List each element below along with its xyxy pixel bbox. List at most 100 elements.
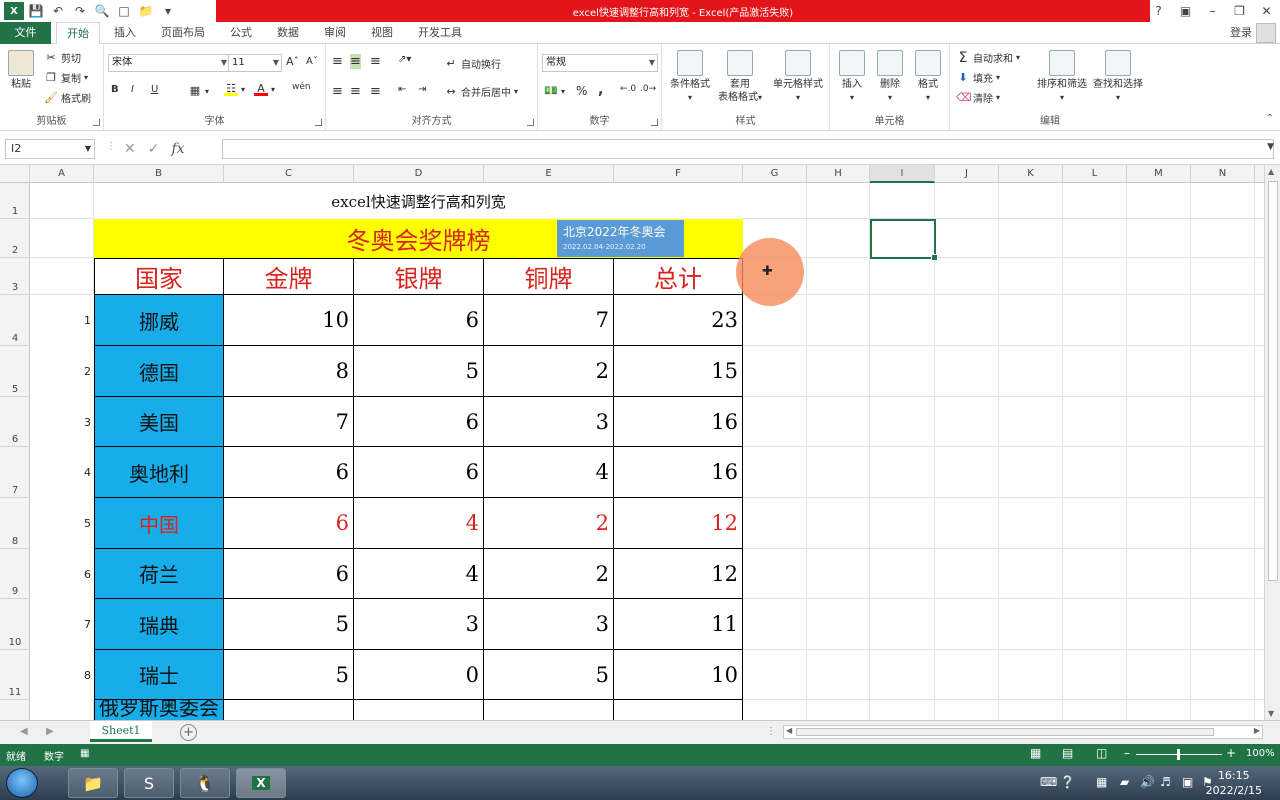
tab-home[interactable]: 开始	[56, 22, 100, 45]
autosum-button[interactable]: Σ 自动求和 ▾	[956, 50, 1020, 66]
gold-cell[interactable]: 10	[224, 295, 354, 346]
comma-button[interactable]: ,	[598, 82, 603, 98]
decrease-indent-icon[interactable]: ⇤	[398, 84, 406, 95]
wrap-text-button[interactable]: ↵ 自动换行	[444, 56, 501, 72]
qq-taskbar-icon[interactable]: 🐧	[180, 768, 230, 798]
undo-icon[interactable]: ↶	[48, 2, 68, 20]
bronze-cell[interactable]: 2	[484, 346, 614, 397]
collapse-ribbon-icon[interactable]: ⌃	[1266, 113, 1274, 124]
italic-button[interactable]: I	[131, 84, 134, 95]
country-cell[interactable]: 美国	[94, 397, 224, 447]
gold-cell[interactable]: 6	[224, 498, 354, 549]
merge-center-button[interactable]: ↔ 合并后居中 ▾	[444, 84, 518, 100]
vertical-scroll-thumb[interactable]	[1268, 181, 1278, 581]
sheet-tab-sheet1[interactable]: Sheet1	[90, 721, 152, 742]
worksheet-grid[interactable]: ABCDEFGHIJKLMN 1 2 3 4 5 6 7 8 9 10 11 excel快速调整行高…	[0, 165, 1264, 720]
country-cell[interactable]: 荷兰	[94, 549, 224, 599]
zoom-slider-thumb[interactable]	[1177, 749, 1180, 760]
page-break-view-icon[interactable]: ◫	[1096, 746, 1107, 760]
increase-decimal-icon[interactable]: ←.0	[620, 84, 636, 94]
total-cell[interactable]: 12	[614, 549, 743, 599]
format-painter-button[interactable]: 🖌 格式刷	[44, 90, 91, 106]
sogou-taskbar-icon[interactable]: S	[124, 768, 174, 798]
insert-cells-button[interactable]: 插入 ▾	[834, 50, 870, 104]
bold-button[interactable]: B	[111, 84, 119, 95]
bronze-cell[interactable]: 7	[484, 295, 614, 346]
scroll-down-icon[interactable]: ▼	[1268, 709, 1274, 718]
underline-button[interactable]: U	[151, 84, 158, 95]
country-cell[interactable]: 中国	[94, 498, 224, 549]
total-cell[interactable]: 16	[614, 397, 743, 447]
silver-cell[interactable]: 5	[354, 346, 484, 397]
country-cell[interactable]: 奥地利	[94, 447, 224, 498]
font-color-button[interactable]: A ▾	[254, 82, 275, 96]
sheet-title-cell[interactable]: excel快速调整行高和列宽	[94, 183, 743, 219]
country-cell[interactable]: 德国	[94, 346, 224, 397]
font-size-select[interactable]: 11 ▼	[228, 54, 282, 72]
network-icon[interactable]: ▰	[1120, 775, 1129, 789]
gold-cell[interactable]: 8	[224, 346, 354, 397]
next-sheet-icon[interactable]: ▶	[46, 726, 54, 737]
add-sheet-icon[interactable]: +	[180, 724, 197, 741]
decrease-decimal-icon[interactable]: .0→	[640, 84, 656, 94]
zoom-in-icon[interactable]: +	[1226, 746, 1236, 760]
rank-cell[interactable]: 7	[30, 599, 94, 650]
print-preview-icon[interactable]: 🔍	[92, 2, 112, 20]
silver-cell[interactable]: 4	[354, 549, 484, 599]
phonetic-button[interactable]: wén	[292, 82, 311, 92]
name-box[interactable]: I2 ▼	[5, 139, 95, 159]
align-center-icon[interactable]: ≡	[350, 84, 361, 99]
login-link[interactable]: 登录	[1230, 22, 1252, 44]
avatar[interactable]	[1256, 23, 1276, 43]
bottom-align-icon[interactable]: ≡	[370, 54, 381, 69]
conditional-format-button[interactable]: 条件格式 ▾	[664, 50, 716, 104]
normal-view-icon[interactable]: ▦	[1030, 746, 1041, 760]
clipboard-launcher-icon[interactable]	[93, 119, 100, 126]
rank-cell[interactable]: 3	[30, 397, 94, 447]
ribbon-display-icon[interactable]: ▣	[1172, 0, 1199, 22]
silver-cell[interactable]: 6	[354, 397, 484, 447]
header-cell-0[interactable]: 国家	[94, 258, 224, 295]
tab-developer[interactable]: 开发工具	[410, 22, 470, 44]
increase-indent-icon[interactable]: ⇥	[418, 84, 426, 95]
new-file-icon[interactable]: □	[114, 2, 134, 20]
excel-taskbar-icon[interactable]: X	[236, 768, 286, 798]
tab-formulas[interactable]: 公式	[222, 22, 260, 44]
cut-button[interactable]: ✂ 剪切	[44, 50, 81, 66]
olympics-label-shape[interactable]: 北京2022年冬奥会 2022.02.04-2022.02.20	[557, 220, 684, 257]
percent-button[interactable]: %	[576, 84, 587, 98]
number-format-select[interactable]: 常规 ▼	[542, 54, 658, 72]
partial-cell[interactable]	[354, 700, 484, 720]
find-select-button[interactable]: 查找和选择 ▾	[1090, 50, 1146, 104]
insert-function-icon[interactable]: fx	[171, 141, 184, 157]
silver-cell[interactable]: 6	[354, 447, 484, 498]
volume-icon[interactable]: 🔊	[1140, 775, 1155, 789]
scroll-left-icon[interactable]: ◀	[786, 726, 792, 735]
bronze-cell[interactable]: 2	[484, 549, 614, 599]
align-left-icon[interactable]: ≡	[332, 84, 343, 99]
middle-align-icon[interactable]: ≡	[350, 54, 361, 69]
total-cell[interactable]: 16	[614, 447, 743, 498]
display-icon[interactable]: ▣	[1182, 775, 1193, 789]
font-launcher-icon[interactable]	[315, 119, 322, 126]
tab-review[interactable]: 审阅	[316, 22, 354, 44]
prev-sheet-icon[interactable]: ◀	[20, 726, 28, 737]
currency-button[interactable]: 💵 ▾	[544, 84, 565, 98]
explorer-taskbar-icon[interactable]: 📁	[68, 768, 118, 798]
alignment-launcher-icon[interactable]	[527, 119, 534, 126]
close-icon[interactable]: ✕	[1253, 0, 1280, 22]
customize-qat-icon[interactable]: ▾	[158, 2, 178, 20]
total-cell[interactable]: 12	[614, 498, 743, 549]
rank-cell[interactable]: 8	[30, 650, 94, 700]
font-name-select[interactable]: 宋体 ▼	[108, 54, 230, 72]
vertical-scrollbar[interactable]: ▲ ▼	[1264, 165, 1280, 720]
partial-cell[interactable]	[224, 700, 354, 720]
header-cell-2[interactable]: 银牌	[354, 258, 484, 295]
align-right-icon[interactable]: ≡	[370, 84, 381, 99]
header-cell-4[interactable]: 总计	[614, 258, 743, 295]
delete-cells-button[interactable]: 删除 ▾	[872, 50, 908, 104]
partial-cell[interactable]	[484, 700, 614, 720]
paste-button[interactable]: 粘贴	[4, 50, 38, 91]
help-tray-icon[interactable]: ❔	[1060, 775, 1075, 789]
grow-font-button[interactable]: Aˆ	[286, 55, 299, 68]
